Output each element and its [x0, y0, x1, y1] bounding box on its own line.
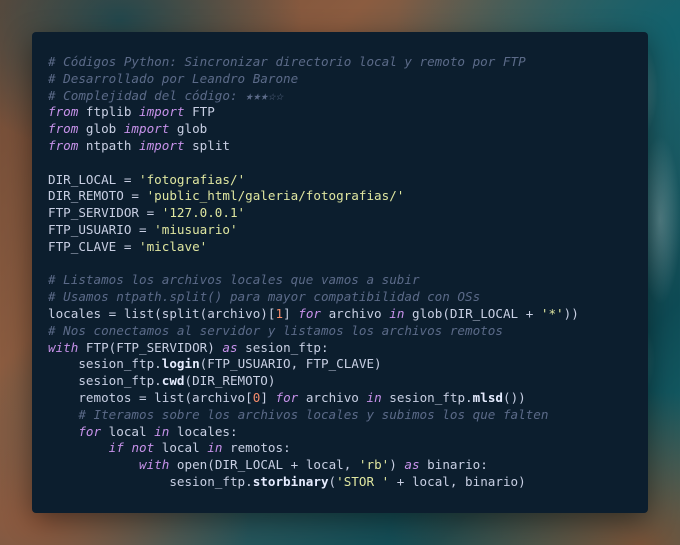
code-line: # Usamos ntpath.split() para mayor compa…	[48, 289, 481, 305]
code-line: # Complejidad del código: ★★★☆☆	[48, 87, 284, 103]
code-line: # Listamos los archivos locales que vamo…	[48, 272, 420, 288]
code-line: # Iteramos sobre los archivos locales y …	[78, 406, 549, 422]
code-line: sesion_ftp.login(FTP_USUARIO, FTP_CLAVE)	[48, 356, 382, 372]
code-line: DIR_LOCAL = 'fotografias/'	[48, 171, 246, 187]
code-line: FTP_SERVIDOR = '127.0.0.1'	[48, 205, 246, 221]
code-line: remotos = list(archivo[0] for archivo in…	[48, 389, 526, 405]
code-line: DIR_REMOTO = 'public_html/galeria/fotogr…	[48, 188, 405, 204]
code-line: from ntpath import split	[48, 137, 231, 153]
code-line: # Desarrollado por Leandro Barone	[48, 70, 299, 86]
code-line: if not local in remotos:	[108, 440, 291, 456]
code-line: # Nos conectamos al servidor y listamos …	[48, 322, 503, 338]
code-line: from ftplib import FTP	[48, 104, 215, 120]
code-line: locales = list(split(archivo)[1] for arc…	[48, 305, 579, 321]
code-line: sesion_ftp.storbinary('STOR ' + local, b…	[48, 473, 526, 489]
code-line: from glob import glob	[48, 121, 208, 137]
code-card: # Códigos Python: Sincronizar directorio…	[32, 32, 648, 513]
code-line: FTP_USUARIO = 'miusuario'	[48, 221, 238, 237]
code-line: with open(DIR_LOCAL + local, 'rb') as bi…	[139, 457, 488, 473]
code-line: FTP_CLAVE = 'miclave'	[48, 238, 208, 254]
code-line: sesion_ftp.cwd(DIR_REMOTO)	[48, 373, 276, 389]
code-line: # Códigos Python: Sincronizar directorio…	[48, 54, 526, 69]
code-line: with FTP(FTP_SERVIDOR) as sesion_ftp:	[48, 339, 329, 355]
code-block: # Códigos Python: Sincronizar directorio…	[48, 54, 648, 491]
code-line: for local in locales:	[78, 423, 238, 439]
